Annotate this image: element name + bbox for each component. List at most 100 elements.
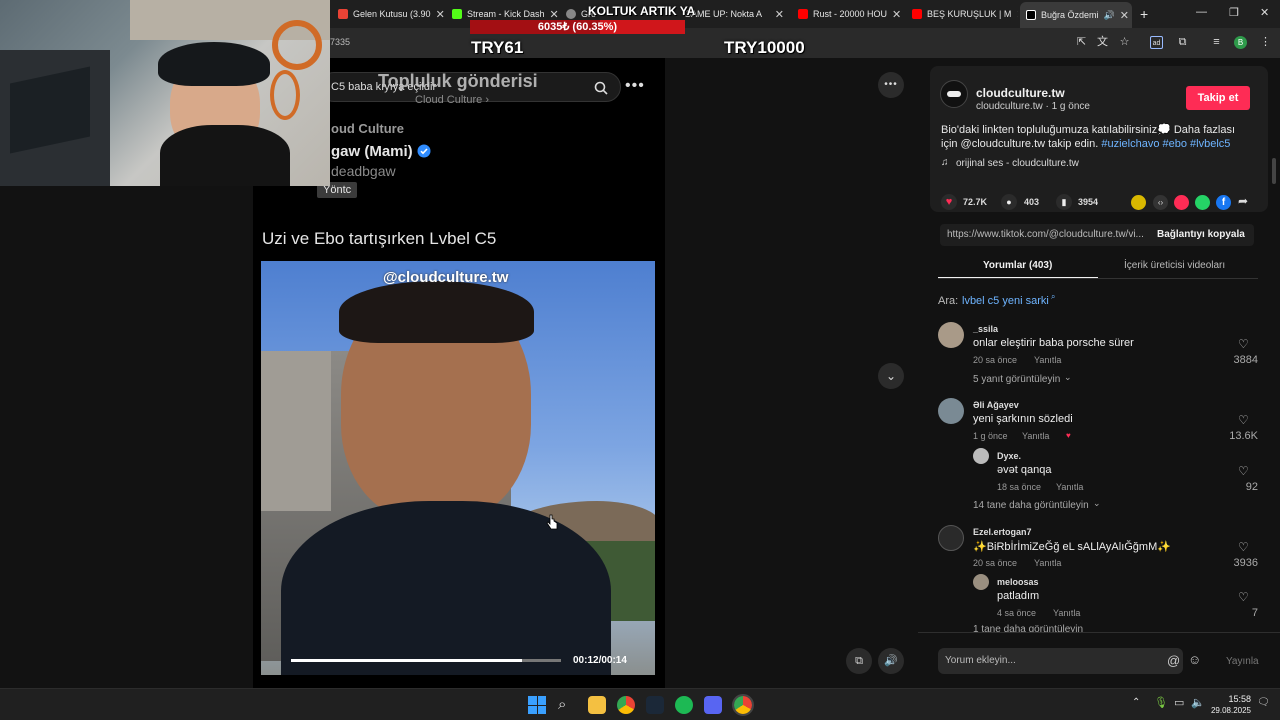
heart-outline-icon[interactable]: ♡ — [1238, 540, 1249, 554]
webcam-cap — [158, 42, 270, 86]
avatar[interactable] — [938, 322, 964, 348]
heart-outline-icon[interactable]: ♡ — [1238, 464, 1249, 478]
reply-button[interactable]: Yanıtla — [1034, 355, 1061, 365]
heart-outline-icon[interactable]: ♡ — [1238, 413, 1249, 427]
clock-time[interactable]: 15:58 — [1213, 694, 1251, 704]
comment-user[interactable]: Əli Ağayev — [973, 400, 1019, 410]
reply-button[interactable]: Yanıtla — [1056, 482, 1083, 492]
close-icon[interactable]: ✕ — [892, 8, 901, 21]
steam-icon[interactable] — [646, 696, 664, 714]
avatar[interactable] — [938, 398, 964, 424]
avatar[interactable] — [973, 574, 989, 590]
coin-share-icon[interactable] — [1131, 195, 1146, 210]
chrome-icon[interactable] — [617, 696, 635, 714]
comment-user[interactable]: Ezel.ertogan7 — [973, 527, 1032, 537]
close-icon[interactable]: ✕ — [436, 8, 444, 21]
related-search-link[interactable]: lvbel c5 yeni sarki — [962, 295, 1049, 307]
close-icon[interactable]: ✕ — [775, 8, 784, 21]
reply-button[interactable]: Yanıtla — [1053, 608, 1080, 618]
comment-button[interactable]: ● — [1001, 194, 1017, 210]
minimize-icon[interactable]: — — [1196, 6, 1207, 18]
tab-creator-videos[interactable]: İçerik üreticisi videoları — [1124, 260, 1225, 271]
emoji-icon[interactable]: ☺ — [1188, 652, 1201, 667]
scrollbar-thumb[interactable] — [1272, 158, 1276, 184]
view-replies-link[interactable]: 14 tane daha görüntüleyin — [973, 500, 1089, 511]
close-icon[interactable]: ✕ — [550, 8, 558, 21]
mention-icon[interactable]: @ — [1167, 653, 1180, 668]
next-video-button[interactable]: ⌄ — [878, 363, 904, 389]
file-explorer-icon[interactable] — [588, 696, 606, 714]
more-horiz-icon[interactable]: ••• — [625, 77, 645, 95]
author-name[interactable]: gaw (Mami) — [331, 143, 413, 160]
post-comment-button[interactable]: Yayınla — [1226, 656, 1259, 667]
whatsapp-icon[interactable] — [1195, 195, 1210, 210]
translate-icon[interactable]: 文 — [1096, 36, 1109, 49]
follow-button[interactable]: Takip et — [1186, 86, 1250, 110]
cast-icon[interactable]: ⇱ — [1075, 36, 1088, 49]
video-progress-track[interactable] — [291, 659, 561, 662]
close-icon[interactable]: ✕ — [1120, 9, 1129, 22]
hashtags-link[interactable]: #uzielchavo #ebo #lvbelc5 — [1101, 138, 1230, 150]
close-window-icon[interactable]: ✕ — [1260, 6, 1269, 19]
save-button[interactable]: ▮ — [1056, 194, 1072, 210]
puzzle-icon[interactable]: ⧉ — [1176, 36, 1189, 49]
comment-like-count: 13.6K — [1229, 430, 1258, 442]
reply-time: 4 sa önce — [997, 608, 1037, 618]
reply-button[interactable]: Yanıtla — [1034, 558, 1061, 568]
copy-link-button[interactable]: Bağlantıyı kopyala — [1157, 229, 1245, 240]
avatar[interactable] — [938, 525, 964, 551]
new-tab-button[interactable]: + — [1134, 4, 1154, 24]
video-link[interactable]: https://www.tiktok.com/@cloudculture.tw/… — [947, 229, 1143, 240]
avatar[interactable]: B — [1234, 36, 1247, 49]
send-icon[interactable] — [1174, 195, 1189, 210]
post-body: Uzi ve Ebo tartışırken Lvbel C5 — [262, 229, 497, 248]
chevron-down-icon: ⌄ — [1064, 372, 1072, 382]
like-button[interactable]: ♥ — [941, 194, 957, 210]
start-button[interactable] — [528, 696, 546, 714]
chrome-active-icon[interactable] — [732, 694, 754, 716]
network-icon[interactable]: ▭ — [1174, 696, 1184, 709]
more-options-button[interactable]: ••• — [878, 72, 904, 98]
embed-icon[interactable]: ‹› — [1153, 195, 1168, 210]
clock-date[interactable]: 29.08.2025 — [1203, 706, 1251, 715]
avatar[interactable] — [973, 448, 989, 464]
reply-user[interactable]: Dyxe. — [997, 451, 1021, 461]
notification-icon[interactable]: 🗨 — [1257, 697, 1270, 708]
comment-input[interactable]: Yorum ekleyin... @ ☺ — [938, 648, 1201, 674]
chevron-up-icon[interactable]: ⌃ — [1132, 697, 1140, 708]
discord-icon[interactable] — [704, 696, 722, 714]
close-icon[interactable]: ✕ — [1016, 8, 1018, 21]
community-name[interactable]: oud Culture — [331, 121, 404, 136]
microphone-icon[interactable]: 🎙 — [1154, 696, 1168, 709]
share-arrow-icon[interactable]: ➦ — [1238, 194, 1248, 208]
search-icon[interactable]: ⌕ — [558, 696, 576, 714]
view-replies-link[interactable]: 5 yanıt görüntüleyin — [973, 374, 1060, 385]
reading-list-icon[interactable]: ≡ — [1210, 36, 1223, 49]
reply-user[interactable]: meloosas — [997, 577, 1039, 587]
view-replies-link[interactable]: 1 tane daha görüntüleyin — [973, 624, 1083, 632]
tab-label: Buğra Özdemi — [1041, 10, 1099, 20]
avatar[interactable] — [940, 80, 968, 108]
heart-outline-icon[interactable]: ♡ — [1238, 337, 1249, 351]
post-video[interactable]: @cloudculture.tw 00:12/00:14 — [261, 261, 655, 675]
creator-username[interactable]: cloudculture.tw — [976, 86, 1065, 100]
tab-tiktok[interactable]: Buğra Özdemi 🔊 ✕ — [1020, 2, 1132, 28]
pip-button[interactable]: ⧉ — [846, 648, 872, 674]
bookmark-star-icon[interactable]: ☆ — [1118, 36, 1131, 49]
tab-rust[interactable]: Rust - 20000 HOU ✕ — [792, 4, 904, 24]
tab-bes-kurusluk[interactable]: BEŞ KURUŞLUK | M ✕ — [906, 4, 1018, 24]
comment-user[interactable]: _ssila — [973, 324, 998, 334]
reply-button[interactable]: Yanıtla — [1022, 431, 1049, 441]
facebook-icon[interactable]: f — [1216, 195, 1231, 210]
tab-comments[interactable]: Yorumlar (403) — [983, 260, 1052, 271]
volume-button[interactable]: 🔊 — [878, 648, 904, 674]
page-subtitle[interactable]: Cloud Culture › — [415, 94, 489, 106]
more-vert-icon[interactable]: ⋮ — [1259, 36, 1272, 49]
sound-name[interactable]: orijinal ses - cloudculture.tw — [956, 158, 1079, 169]
search-icon[interactable] — [594, 81, 608, 95]
tab-gmail[interactable]: Gelen Kutusu (3.90 ✕ — [332, 4, 444, 24]
extension-icon[interactable]: ad — [1150, 36, 1163, 49]
maximize-icon[interactable]: ❐ — [1229, 6, 1239, 19]
spotify-icon[interactable] — [675, 696, 693, 714]
heart-outline-icon[interactable]: ♡ — [1238, 590, 1249, 604]
